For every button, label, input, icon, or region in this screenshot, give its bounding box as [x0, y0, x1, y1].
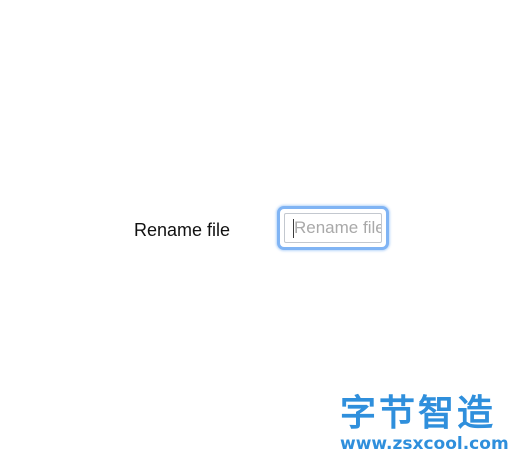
watermark-logo-text: 字节智造 — [340, 393, 497, 434]
rename-file-label: Rename file — [134, 220, 231, 240]
text-caret — [293, 219, 294, 238]
rename-form: Rename file — [0, 0, 512, 458]
rename-input-focus-ring — [277, 206, 389, 250]
rename-file-input[interactable] — [284, 213, 382, 243]
watermark: 字节智造 www.zsxcool.com — [336, 393, 509, 456]
watermark-url: www.zsxcool.com — [340, 434, 509, 454]
